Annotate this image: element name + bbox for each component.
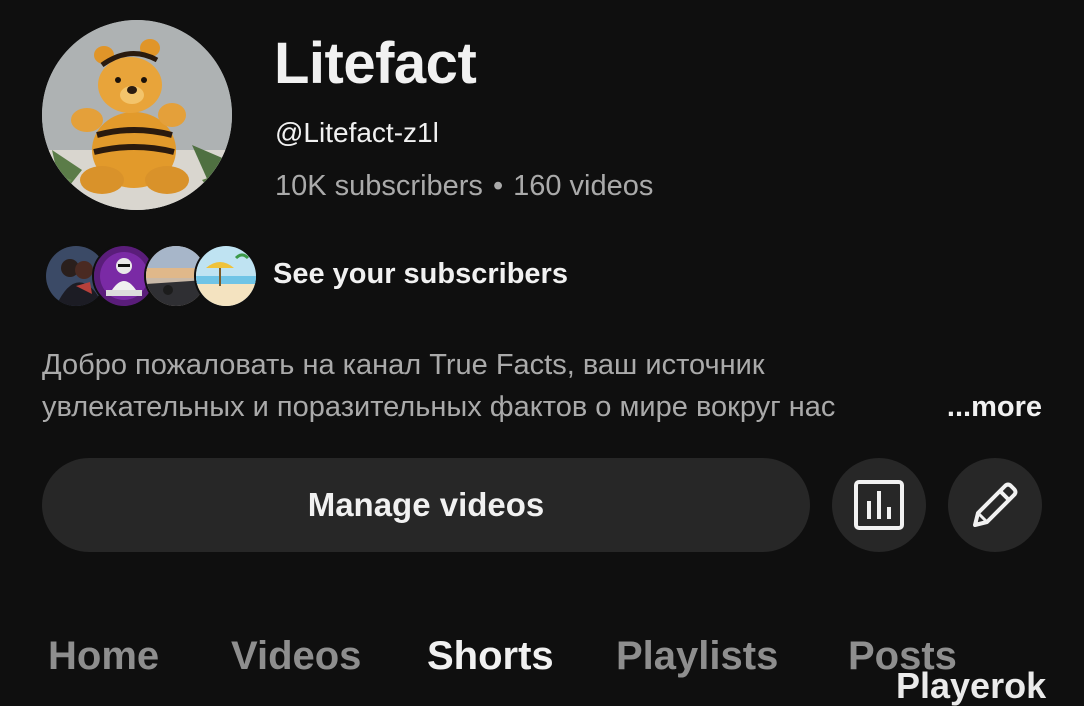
description-line-2-text: увлекательных и поразительных фактов о м… <box>42 391 836 423</box>
tab-videos[interactable]: Videos <box>231 634 361 679</box>
video-count: 160 videos <box>513 170 654 202</box>
manage-videos-button[interactable]: Manage videos <box>42 458 810 552</box>
channel-description[interactable]: Добро пожаловать на канал True Facts, ва… <box>42 344 1042 428</box>
see-subscribers-link[interactable]: See your subscribers <box>273 258 568 291</box>
channel-avatar[interactable] <box>42 20 232 210</box>
tab-shorts[interactable]: Shorts <box>427 634 554 679</box>
watermark-text: Playerok <box>896 665 1047 706</box>
subscriber-avatar-beach <box>194 244 258 308</box>
subscriber-count: 10K subscribers <box>275 170 483 202</box>
tab-home[interactable]: Home <box>48 634 159 679</box>
channel-handle: @Litefact-z1l <box>275 117 439 148</box>
more-link[interactable]: ...more <box>947 391 1042 423</box>
description-line-2: увлекательных и поразительных фактов о м… <box>42 386 1042 428</box>
stats-separator: • <box>492 170 504 202</box>
description-line-1: Добро пожаловать на канал True Facts, ва… <box>42 349 765 381</box>
tab-playlists[interactable]: Playlists <box>616 634 778 679</box>
analytics-icon <box>854 480 904 530</box>
more-fade: ...more <box>876 386 1042 428</box>
analytics-button[interactable] <box>832 458 926 552</box>
subscriber-avatars[interactable] <box>44 244 258 308</box>
pencil-icon <box>973 482 1018 527</box>
teddy-bear-image <box>42 20 232 210</box>
edit-channel-button[interactable] <box>948 458 1042 552</box>
channel-name: Litefact <box>274 31 477 96</box>
channel-stats: 10K subscribers • 160 videos <box>275 170 653 203</box>
